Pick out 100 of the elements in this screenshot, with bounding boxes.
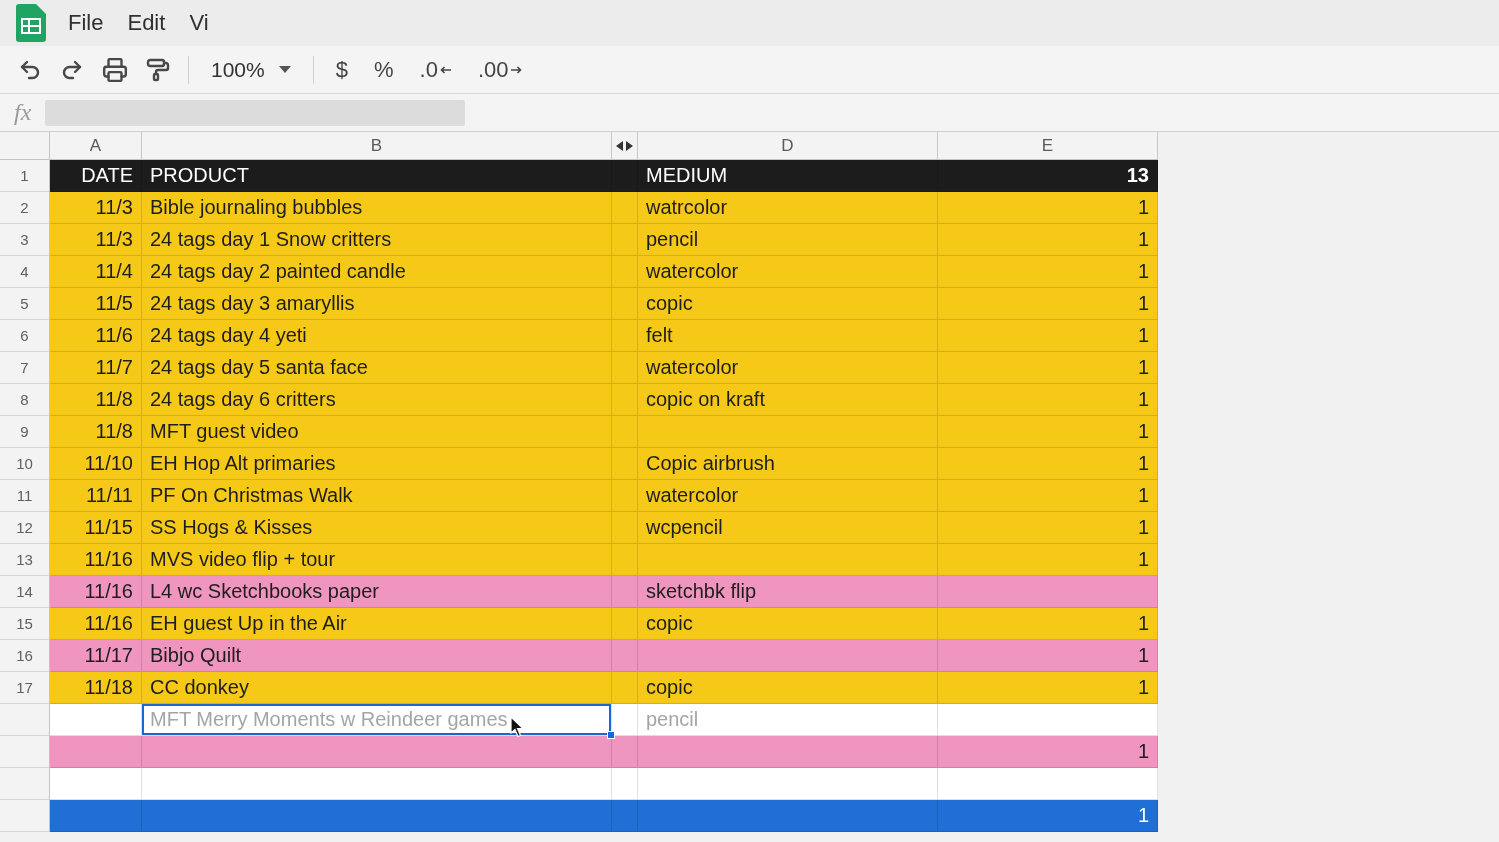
date-cell: 11/7 xyxy=(50,352,142,383)
product-cell: CC donkey xyxy=(142,672,612,703)
medium-cell: watercolor xyxy=(638,256,938,287)
product-cell: 24 tags day 1 Snow critters xyxy=(142,224,612,255)
row-header[interactable]: 9 xyxy=(0,416,50,448)
date-cell: 11/11 xyxy=(50,480,142,511)
date-cell: 11/6 xyxy=(50,320,142,351)
date-cell: 11/10 xyxy=(50,448,142,479)
date-cell: 11/8 xyxy=(50,384,142,415)
medium-cell: pencil xyxy=(638,704,938,735)
medium-cell: copic xyxy=(638,288,938,319)
row-header[interactable]: 14 xyxy=(0,576,50,608)
caret-down-icon xyxy=(278,66,291,73)
date-cell: 11/15 xyxy=(50,512,142,543)
column-header[interactable]: B xyxy=(142,132,612,159)
product-cell: MVS video flip + tour xyxy=(142,544,612,575)
triangle-left-icon[interactable] xyxy=(616,140,623,151)
row-header[interactable]: 17 xyxy=(0,672,50,704)
column-title: 13 xyxy=(938,160,1158,191)
date-cell: 11/16 xyxy=(50,608,142,639)
paint-roller-icon[interactable] xyxy=(146,57,170,82)
medium-cell: copic xyxy=(638,672,938,703)
count-cell: 1 xyxy=(938,288,1158,319)
medium-cell: sketchbk flip xyxy=(638,576,938,607)
zoom-select[interactable]: 100% xyxy=(207,55,295,84)
count-cell: 1 xyxy=(938,608,1158,639)
formula-input[interactable] xyxy=(45,99,466,126)
count-cell: 1 xyxy=(938,640,1158,671)
column-header[interactable]: A xyxy=(50,132,142,159)
product-cell: EH Hop Alt primaries xyxy=(142,448,612,479)
row-header[interactable]: 10 xyxy=(0,448,50,480)
count-cell: 1 xyxy=(938,320,1158,351)
product-cell: L4 wc Sketchbooks paper xyxy=(142,576,612,607)
product-cell: Bible journaling bubbles xyxy=(142,192,612,223)
count-cell: 1 xyxy=(938,672,1158,703)
medium-cell: felt xyxy=(638,320,938,351)
column-header[interactable]: E xyxy=(938,132,1158,159)
triangle-right-icon[interactable] xyxy=(626,140,633,151)
arrow-right-icon xyxy=(510,65,523,74)
product-cell: MFT guest video xyxy=(142,416,612,447)
product-cell: 24 tags day 3 amaryllis xyxy=(142,288,612,319)
date-cell: 11/3 xyxy=(50,192,142,223)
product-cell: SS Hogs & Kisses xyxy=(142,512,612,543)
fill-handle[interactable] xyxy=(607,731,615,739)
date-cell: 11/3 xyxy=(50,224,142,255)
decrease-decimal-button[interactable]: .0 xyxy=(415,54,456,85)
row-header[interactable]: 4 xyxy=(0,256,50,288)
row-header[interactable]: 16 xyxy=(0,640,50,672)
row-header[interactable]: 3 xyxy=(0,224,50,256)
count-cell: 1 xyxy=(938,416,1158,447)
arrow-left-icon xyxy=(439,65,452,74)
row-header[interactable]: 15 xyxy=(0,608,50,640)
date-cell: 11/4 xyxy=(50,256,142,287)
menu-item[interactable]: File xyxy=(66,8,106,38)
column-title: PRODUCT xyxy=(142,160,612,191)
row-header[interactable]: 2 xyxy=(0,192,50,224)
count-cell: 1 xyxy=(938,384,1158,415)
row-header[interactable]: 7 xyxy=(0,352,50,384)
date-cell: 11/16 xyxy=(50,544,142,575)
medium-cell: Copic airbrush xyxy=(638,448,938,479)
column-title: MEDIUM xyxy=(638,160,938,191)
format-button[interactable]: $ xyxy=(331,54,352,85)
medium-cell: copic xyxy=(638,608,938,639)
row-header[interactable]: 11 xyxy=(0,480,50,512)
date-cell: 11/8 xyxy=(50,416,142,447)
menu-item[interactable]: Vi xyxy=(187,8,211,38)
product-cell: 24 tags day 4 yeti xyxy=(142,320,612,351)
date-cell: 11/16 xyxy=(50,576,142,607)
medium-cell: watercolor xyxy=(638,352,938,383)
count-cell: 1 xyxy=(938,352,1158,383)
increase-decimal-button[interactable]: .00 xyxy=(473,54,527,85)
row-header[interactable]: 1 xyxy=(0,160,50,192)
count-cell: 1 xyxy=(938,512,1158,543)
row-header[interactable]: 13 xyxy=(0,544,50,576)
product-cell: 24 tags day 5 santa face xyxy=(142,352,612,383)
row-header[interactable]: 12 xyxy=(0,512,50,544)
count-cell: 1 xyxy=(938,256,1158,287)
medium-cell: wcpencil xyxy=(638,512,938,543)
product-cell: Bibjo Quilt xyxy=(142,640,612,671)
format-button[interactable]: % xyxy=(369,54,398,85)
row-header[interactable]: 5 xyxy=(0,288,50,320)
product-cell: MFT Merry Moments w Reindeer games xyxy=(142,704,612,735)
count-cell: 1 xyxy=(938,736,1158,767)
medium-cell: pencil xyxy=(638,224,938,255)
medium-cell: watrcolor xyxy=(638,192,938,223)
count-cell: 1 xyxy=(938,800,1158,831)
row-header[interactable]: 6 xyxy=(0,320,50,352)
product-cell: 24 tags day 2 painted candle xyxy=(142,256,612,287)
column-title: DATE xyxy=(50,160,142,191)
table-logo-icon[interactable] xyxy=(16,4,46,42)
formula-label: fx xyxy=(14,99,32,126)
medium-cell: watercolor xyxy=(638,480,938,511)
count-cell: 1 xyxy=(938,544,1158,575)
product-cell: 24 tags day 6 critters xyxy=(142,384,612,415)
column-header[interactable]: D xyxy=(638,132,938,159)
medium-cell: copic on kraft xyxy=(638,384,938,415)
print-icon[interactable] xyxy=(102,56,128,83)
row-header[interactable]: 8 xyxy=(0,384,50,416)
count-cell: 1 xyxy=(938,480,1158,511)
menu-item[interactable]: Edit xyxy=(125,8,168,38)
